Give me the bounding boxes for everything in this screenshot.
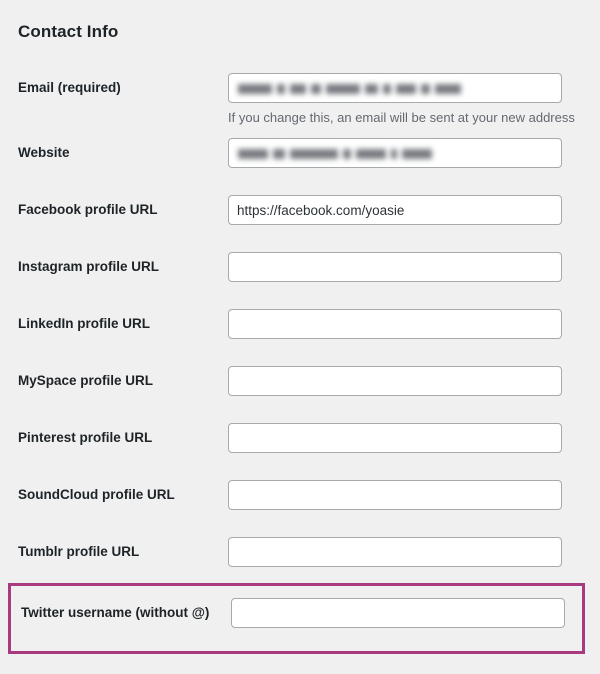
field-cell-twitter-username <box>231 586 582 629</box>
redacted-value-email <box>238 81 461 96</box>
form-row-soundcloud-profile-url: SoundCloud profile URL <box>0 469 600 526</box>
field-cell-pinterest-profile-url <box>228 412 600 454</box>
field-label-soundcloud-profile-url: SoundCloud profile URL <box>18 487 175 503</box>
input-twitter-username[interactable] <box>231 598 565 629</box>
redacted-value-website <box>238 146 432 161</box>
field-label-twitter-username: Twitter username (without @) <box>21 605 210 621</box>
field-description-email: If you change this, an email will be sen… <box>228 110 575 125</box>
input-soundcloud-profile-url[interactable] <box>228 480 562 511</box>
form-row-tumblr-profile-url: Tumblr profile URL <box>0 526 600 583</box>
field-cell-tumblr-profile-url <box>228 526 600 568</box>
contact-info-settings-panel: Contact Info Email (required) If you chan… <box>0 0 600 674</box>
form-row-pinterest-profile-url: Pinterest profile URL <box>0 412 600 469</box>
input-tumblr-profile-url[interactable] <box>228 537 562 568</box>
form-row-linkedin-profile-url: LinkedIn profile URL <box>0 298 600 355</box>
input-linkedin-profile-url[interactable] <box>228 309 562 340</box>
input-email[interactable] <box>228 73 562 103</box>
field-cell-website <box>228 127 600 169</box>
input-pinterest-profile-url[interactable] <box>228 423 562 454</box>
field-label-myspace-profile-url: MySpace profile URL <box>18 373 154 389</box>
form-row-instagram-profile-url: Instagram profile URL <box>0 241 600 298</box>
field-label-email: Email (required) <box>18 80 121 95</box>
form-row-myspace-profile-url: MySpace profile URL <box>0 355 600 412</box>
field-label-facebook-profile-url: Facebook profile URL <box>18 202 158 218</box>
field-label-tumblr-profile-url: Tumblr profile URL <box>18 544 140 560</box>
form-row-email: Email (required) If you change this, an e… <box>0 62 600 127</box>
field-cell-linkedin-profile-url <box>228 298 600 340</box>
form-row-website: Website <box>0 127 600 184</box>
input-myspace-profile-url[interactable] <box>228 366 562 397</box>
field-label-pinterest-profile-url: Pinterest profile URL <box>18 430 153 446</box>
field-label-instagram-profile-url: Instagram profile URL <box>18 259 160 275</box>
page-title: Contact Info <box>18 22 119 41</box>
field-label-website: Website <box>18 145 70 161</box>
form-row-facebook-profile-url: Facebook profile URL <box>0 184 600 241</box>
form-row-twitter-username: Twitter username (without @) <box>8 583 585 655</box>
field-cell-instagram-profile-url <box>228 241 600 283</box>
input-website[interactable] <box>228 138 562 169</box>
field-label-linkedin-profile-url: LinkedIn profile URL <box>18 316 151 332</box>
field-cell-myspace-profile-url <box>228 355 600 397</box>
field-cell-email: If you change this, an email will be sen… <box>228 62 600 127</box>
contact-info-form: Email (required) If you change this, an e… <box>0 62 600 655</box>
input-instagram-profile-url[interactable] <box>228 252 562 283</box>
field-cell-soundcloud-profile-url <box>228 469 600 511</box>
field-cell-facebook-profile-url <box>228 184 600 226</box>
input-facebook-profile-url[interactable] <box>228 195 562 226</box>
